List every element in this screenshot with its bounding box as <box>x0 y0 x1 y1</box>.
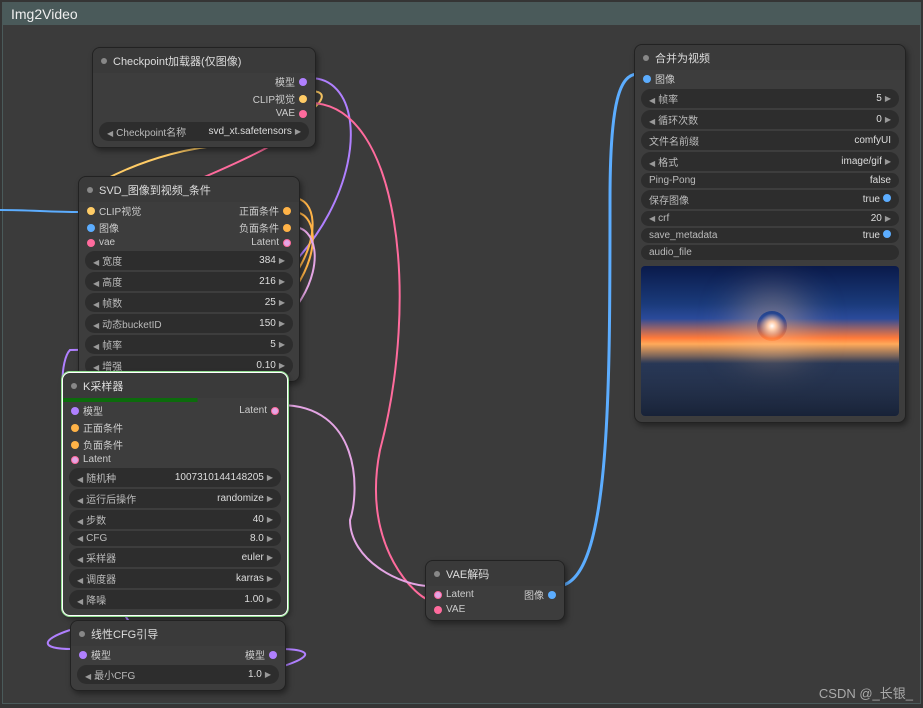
port-latent-in[interactable] <box>434 591 442 599</box>
output-label: CLIP视觉 <box>253 91 295 106</box>
widget-loop[interactable]: 循环次数0 <box>641 110 899 129</box>
widget-pingpong[interactable]: Ping-Pongfalse <box>641 173 899 188</box>
node-svd-conditioning[interactable]: SVD_图像到视频_条件 CLIP视觉正面条件 图像负面条件 vaeLatent… <box>78 176 300 382</box>
widget-bucket[interactable]: 动态bucketID150 <box>85 314 293 333</box>
watermark: CSDN @_长银_ <box>819 683 913 702</box>
widget-scheduler[interactable]: 调度器karras <box>69 569 281 588</box>
node-title: SVD_图像到视频_条件 <box>79 177 299 202</box>
port-image-out[interactable] <box>548 591 556 599</box>
widget-cfg[interactable]: CFG8.0 <box>69 531 281 546</box>
widget-save[interactable]: 保存图像true <box>641 190 899 209</box>
port-model-in[interactable] <box>79 651 87 659</box>
widget-denoise[interactable]: 降噪1.00 <box>69 590 281 609</box>
node-vae-decode[interactable]: VAE解码 Latent图像 VAE <box>425 560 565 621</box>
port-latent-out[interactable] <box>271 407 279 415</box>
widget-height[interactable]: 高度216 <box>85 272 293 291</box>
port-vae-out[interactable] <box>299 110 307 118</box>
port-model-in[interactable] <box>71 407 79 415</box>
port-pos-out[interactable] <box>283 207 291 215</box>
port-neg-in[interactable] <box>71 441 79 449</box>
node-title: VAE解码 <box>426 561 564 586</box>
port-model-out[interactable] <box>299 78 307 86</box>
widget-width[interactable]: 宽度384 <box>85 251 293 270</box>
widget-after[interactable]: 运行后操作randomize <box>69 489 281 508</box>
port-clip-out[interactable] <box>299 95 307 103</box>
node-linear-cfg[interactable]: 线性CFG引导 模型模型 最小CFG1.0 <box>70 620 286 691</box>
widget-crf[interactable]: crf20 <box>641 211 899 226</box>
port-pos-in[interactable] <box>71 424 79 432</box>
node-title: Checkpoint加载器(仅图像) <box>93 48 315 73</box>
widget-audio[interactable]: audio_file <box>641 245 899 260</box>
node-title: K采样器 <box>63 373 287 398</box>
widget-seed[interactable]: 随机种1007310144148205 <box>69 468 281 487</box>
node-video-combine[interactable]: 合并为视频 图像 帧率5 循环次数0 文件名前缀comfyUI 格式image/… <box>634 44 906 423</box>
widget-sampler[interactable]: 采样器euler <box>69 548 281 567</box>
port-clip-in[interactable] <box>87 207 95 215</box>
widget-prefix[interactable]: 文件名前缀comfyUI <box>641 131 899 150</box>
widget-fps[interactable]: 帧率5 <box>641 89 899 108</box>
widget-metadata[interactable]: save_metadatatrue <box>641 228 899 243</box>
group-title[interactable]: Img2Video <box>3 3 920 25</box>
widget-frames[interactable]: 帧数25 <box>85 293 293 312</box>
widget-fps[interactable]: 帧率5 <box>85 335 293 354</box>
widget-ckpt-name[interactable]: Checkpoint名称svd_xt.safetensors <box>99 122 309 141</box>
port-image-in[interactable] <box>643 75 651 83</box>
port-image-in[interactable] <box>87 224 95 232</box>
port-model-out[interactable] <box>269 651 277 659</box>
port-vae-in[interactable] <box>87 239 95 247</box>
port-vae-in[interactable] <box>434 606 442 614</box>
node-title: 线性CFG引导 <box>71 621 285 646</box>
output-label: VAE <box>276 108 295 119</box>
port-latent-in[interactable] <box>71 456 79 464</box>
widget-mincfg[interactable]: 最小CFG1.0 <box>77 665 279 684</box>
node-ksampler[interactable]: K采样器 模型Latent 正面条件 负面条件 Latent 随机种100731… <box>62 372 288 616</box>
node-title: 合并为视频 <box>635 45 905 70</box>
port-latent-out[interactable] <box>283 239 291 247</box>
node-checkpoint-loader[interactable]: Checkpoint加载器(仅图像) 模型 CLIP视觉 VAE Checkpo… <box>92 47 316 148</box>
output-label: 模型 <box>275 74 295 89</box>
widget-format[interactable]: 格式image/gif <box>641 152 899 171</box>
port-neg-out[interactable] <box>283 224 291 232</box>
preview-image <box>641 266 899 416</box>
widget-steps[interactable]: 步数40 <box>69 510 281 529</box>
